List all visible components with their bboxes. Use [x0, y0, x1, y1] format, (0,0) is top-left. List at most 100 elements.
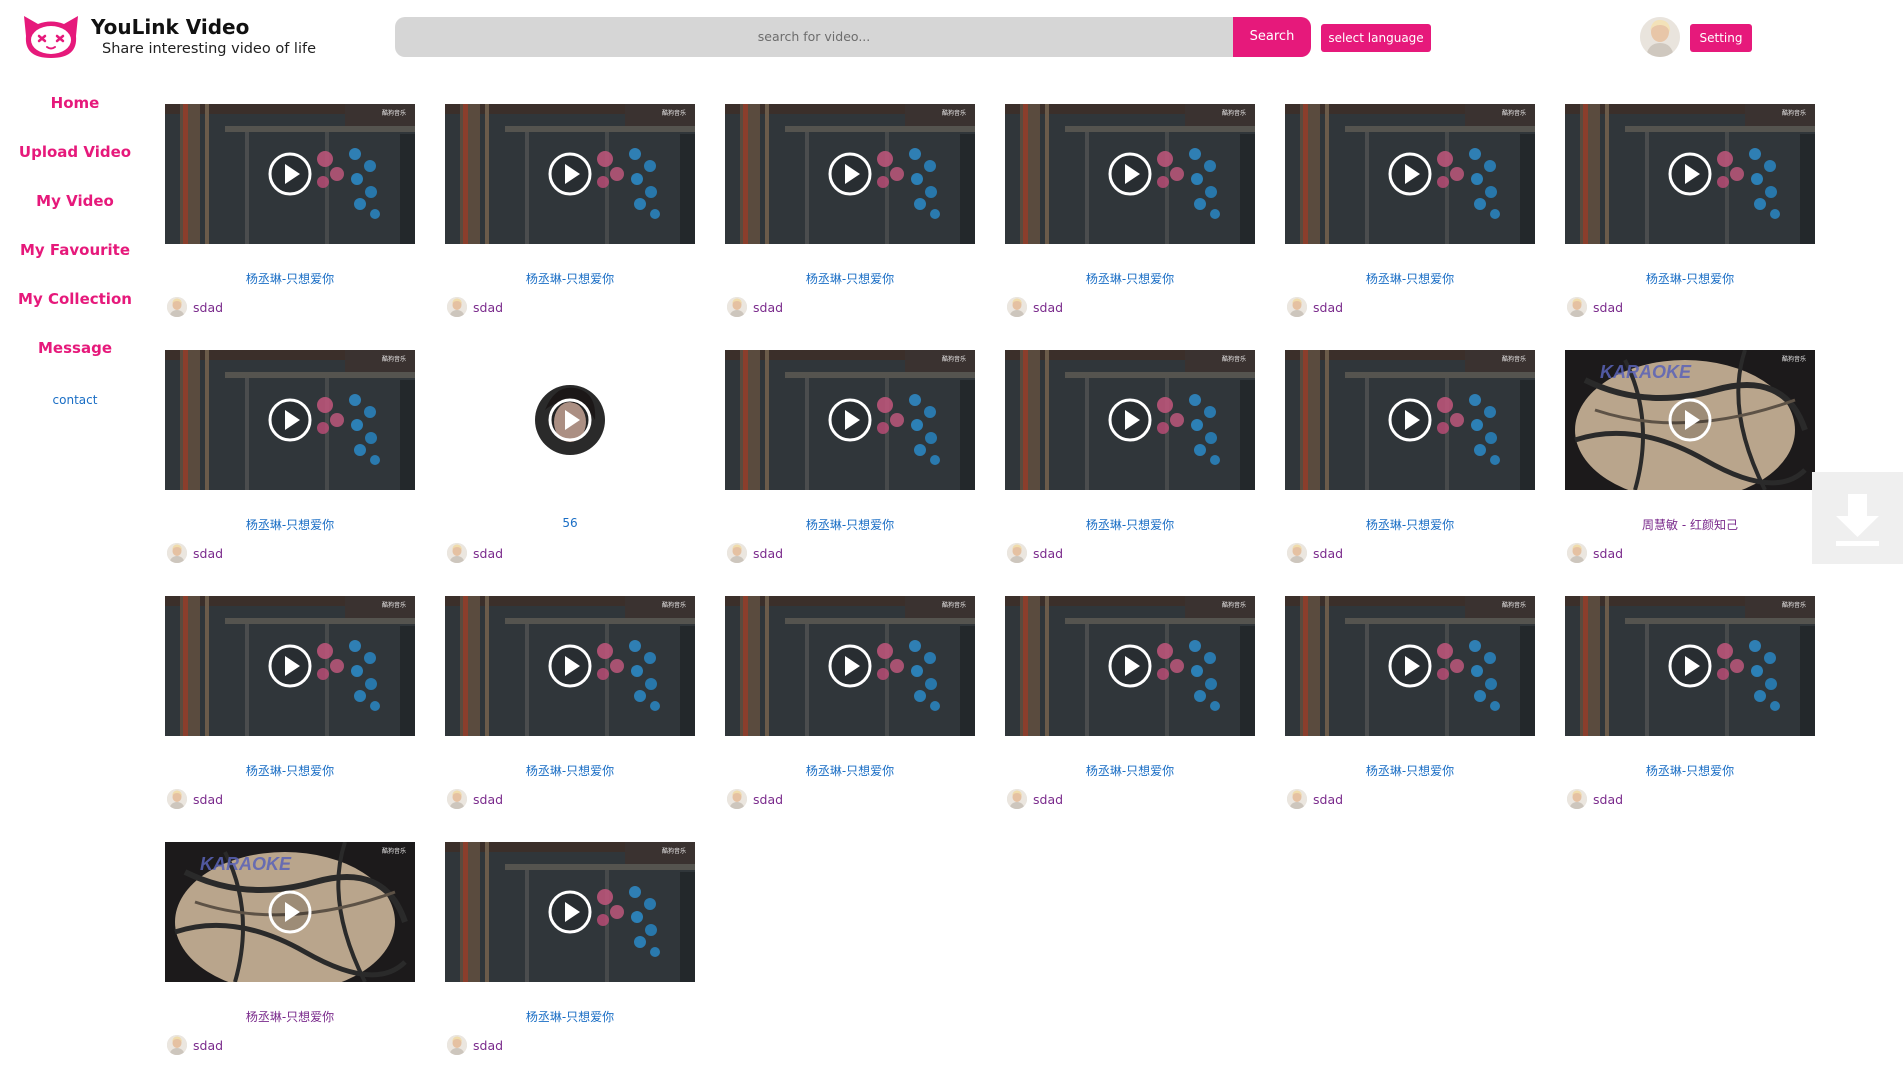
video-thumbnail[interactable]: 酷狗音乐: [725, 350, 975, 490]
video-thumbnail[interactable]: 酷狗音乐: [165, 350, 415, 490]
play-icon[interactable]: [827, 643, 873, 689]
author-name[interactable]: sdad: [193, 1038, 223, 1053]
author-name[interactable]: sdad: [753, 792, 783, 807]
video-thumbnail[interactable]: 酷狗音乐: [1005, 596, 1255, 736]
play-icon[interactable]: [1667, 151, 1713, 197]
user-avatar[interactable]: [1640, 17, 1680, 57]
author-name[interactable]: sdad: [193, 300, 223, 315]
video-card[interactable]: 酷狗音乐 杨丞琳-只想爱你 sdad: [1285, 596, 1535, 836]
sidebar-item-message[interactable]: Message: [0, 339, 150, 357]
brand-title[interactable]: YouLink Video: [91, 15, 249, 39]
sidebar-item-my-video[interactable]: My Video: [0, 192, 150, 210]
play-icon[interactable]: [1387, 397, 1433, 443]
video-thumbnail[interactable]: 酷狗音乐: [445, 104, 695, 244]
video-thumbnail[interactable]: 酷狗音乐: [1285, 104, 1535, 244]
video-thumbnail[interactable]: 酷狗音乐: [165, 104, 415, 244]
play-icon[interactable]: [1667, 397, 1713, 443]
video-card[interactable]: 酷狗音乐 杨丞琳-只想爱你 sdad: [165, 350, 415, 590]
video-thumbnail[interactable]: 酷狗音乐: [725, 104, 975, 244]
search-button[interactable]: Search: [1233, 17, 1311, 57]
video-card[interactable]: 酷狗音乐 杨丞琳-只想爱你 sdad: [165, 596, 415, 836]
video-thumbnail[interactable]: 酷狗音乐: [1565, 104, 1815, 244]
play-icon[interactable]: [267, 889, 313, 935]
author-name[interactable]: sdad: [1313, 546, 1343, 561]
video-title[interactable]: 杨丞琳-只想爱你: [165, 762, 415, 779]
search-input[interactable]: search for video...: [395, 17, 1233, 57]
play-icon[interactable]: [267, 643, 313, 689]
video-thumbnail[interactable]: 酷狗音乐: [445, 842, 695, 982]
play-icon[interactable]: [547, 643, 593, 689]
video-thumbnail[interactable]: KARAOKE 酷狗音乐: [1565, 350, 1815, 490]
author-name[interactable]: sdad: [193, 792, 223, 807]
play-icon[interactable]: [547, 397, 593, 443]
select-language-button[interactable]: select language: [1321, 24, 1431, 52]
video-title[interactable]: 杨丞琳-只想爱你: [725, 270, 975, 287]
video-thumbnail[interactable]: 酷狗音乐: [1285, 350, 1535, 490]
author-name[interactable]: sdad: [473, 546, 503, 561]
video-title[interactable]: 杨丞琳-只想爱你: [1285, 270, 1535, 287]
play-icon[interactable]: [1107, 397, 1153, 443]
video-thumbnail[interactable]: KARAOKE 酷狗音乐: [165, 842, 415, 982]
video-thumbnail[interactable]: 酷狗音乐: [725, 596, 975, 736]
video-title[interactable]: 杨丞琳-只想爱你: [165, 516, 415, 533]
video-title[interactable]: 杨丞琳-只想爱你: [165, 270, 415, 287]
video-card[interactable]: 酷狗音乐 杨丞琳-只想爱你 sdad: [1285, 350, 1535, 590]
play-icon[interactable]: [1107, 151, 1153, 197]
play-icon[interactable]: [827, 151, 873, 197]
play-icon[interactable]: [547, 151, 593, 197]
video-card[interactable]: KARAOKE 酷狗音乐 杨丞琳-只想爱你 sdad: [165, 842, 415, 1078]
video-thumbnail[interactable]: 酷狗音乐: [1285, 596, 1535, 736]
video-card[interactable]: 酷狗音乐 杨丞琳-只想爱你 sdad: [1005, 104, 1255, 344]
video-card[interactable]: 酷狗音乐 杨丞琳-只想爱你 sdad: [1565, 596, 1815, 836]
author-name[interactable]: sdad: [1033, 300, 1063, 315]
video-card[interactable]: 酷狗音乐 杨丞琳-只想爱你 sdad: [445, 104, 695, 344]
video-card[interactable]: 酷狗音乐 杨丞琳-只想爱你 sdad: [445, 596, 695, 836]
author-name[interactable]: sdad: [1313, 300, 1343, 315]
video-thumbnail[interactable]: 酷狗音乐: [1005, 350, 1255, 490]
setting-button[interactable]: Setting: [1690, 24, 1752, 52]
play-icon[interactable]: [1387, 151, 1433, 197]
video-title[interactable]: 杨丞琳-只想爱你: [1005, 516, 1255, 533]
video-title[interactable]: 杨丞琳-只想爱你: [1005, 270, 1255, 287]
video-thumbnail[interactable]: 酷狗音乐: [1005, 104, 1255, 244]
video-card[interactable]: 酷狗音乐 杨丞琳-只想爱你 sdad: [445, 842, 695, 1078]
sidebar-item-home[interactable]: Home: [0, 94, 150, 112]
logo-cat-icon[interactable]: [18, 10, 84, 62]
video-card[interactable]: 酷狗音乐 杨丞琳-只想爱你 sdad: [1565, 104, 1815, 344]
author-name[interactable]: sdad: [473, 300, 503, 315]
author-name[interactable]: sdad: [753, 300, 783, 315]
video-title[interactable]: 杨丞琳-只想爱你: [445, 270, 695, 287]
author-name[interactable]: sdad: [1593, 300, 1623, 315]
play-icon[interactable]: [1387, 643, 1433, 689]
sidebar-item-contact[interactable]: contact: [0, 393, 150, 407]
sidebar-item-upload-video[interactable]: Upload Video: [0, 143, 150, 161]
video-card[interactable]: 酷狗音乐 杨丞琳-只想爱你 sdad: [1285, 104, 1535, 344]
play-icon[interactable]: [1107, 643, 1153, 689]
author-name[interactable]: sdad: [473, 792, 503, 807]
video-card[interactable]: 酷狗音乐 杨丞琳-只想爱你 sdad: [725, 596, 975, 836]
video-card[interactable]: 酷狗音乐 杨丞琳-只想爱你 sdad: [725, 350, 975, 590]
play-icon[interactable]: [827, 397, 873, 443]
video-thumbnail[interactable]: [445, 350, 695, 490]
video-card[interactable]: 酷狗音乐 杨丞琳-只想爱你 sdad: [725, 104, 975, 344]
video-thumbnail[interactable]: 酷狗音乐: [1565, 596, 1815, 736]
video-title[interactable]: 杨丞琳-只想爱你: [1285, 516, 1535, 533]
video-thumbnail[interactable]: 酷狗音乐: [445, 596, 695, 736]
video-card[interactable]: 酷狗音乐 杨丞琳-只想爱你 sdad: [1005, 350, 1255, 590]
video-title[interactable]: 杨丞琳-只想爱你: [1285, 762, 1535, 779]
author-name[interactable]: sdad: [1313, 792, 1343, 807]
video-title[interactable]: 杨丞琳-只想爱你: [445, 762, 695, 779]
author-name[interactable]: sdad: [473, 1038, 503, 1053]
video-title[interactable]: 杨丞琳-只想爱你: [1005, 762, 1255, 779]
download-float-button[interactable]: [1812, 472, 1903, 564]
author-name[interactable]: sdad: [193, 546, 223, 561]
author-name[interactable]: sdad: [753, 546, 783, 561]
video-title[interactable]: 杨丞琳-只想爱你: [1565, 270, 1815, 287]
video-title[interactable]: 56: [445, 516, 695, 530]
video-title[interactable]: 杨丞琳-只想爱你: [1565, 762, 1815, 779]
author-name[interactable]: sdad: [1593, 546, 1623, 561]
sidebar-item-my-collection[interactable]: My Collection: [0, 290, 150, 308]
author-name[interactable]: sdad: [1593, 792, 1623, 807]
video-title[interactable]: 杨丞琳-只想爱你: [725, 762, 975, 779]
video-title[interactable]: 杨丞琳-只想爱你: [725, 516, 975, 533]
